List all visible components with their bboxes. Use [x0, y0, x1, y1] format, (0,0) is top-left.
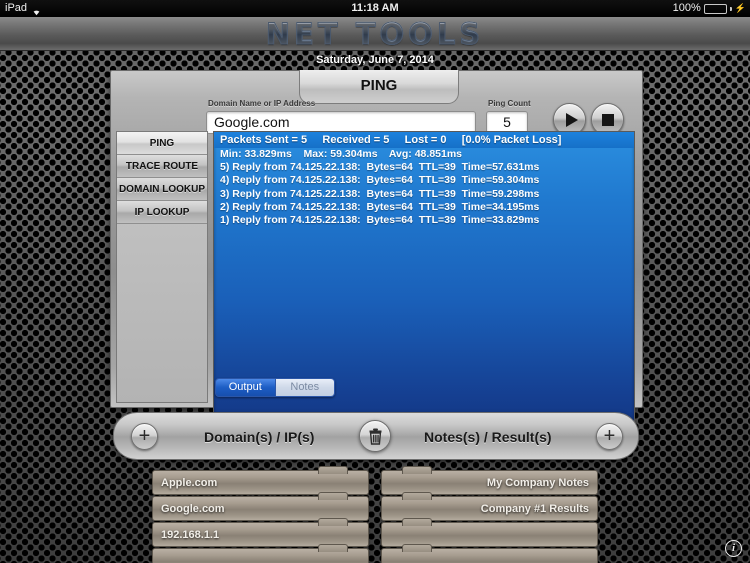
stop-icon [601, 113, 614, 126]
battery-cap-icon [729, 6, 732, 11]
list-item-label: Company #1 Results [480, 502, 589, 515]
info-icon[interactable]: i [725, 540, 742, 557]
output-line: Min: 33.829ms Max: 59.304ms Avg: 48.851m… [220, 148, 463, 160]
domain-field-label: Domain Name or IP Address [208, 99, 316, 108]
app-logo: NET TOOLS [0, 17, 750, 52]
trash-icon [369, 428, 381, 445]
action-bar: + Domain(s) / IP(s) Notes(s) / Result(s)… [113, 412, 639, 460]
output-line: 3) Reply from 74.125.22.138: Bytes=64 TT… [220, 187, 540, 200]
ping-count-label: Ping Count [488, 99, 531, 108]
status-bar-right: 100% ⚡ [673, 0, 746, 17]
sidebar-item-domain-lookup[interactable]: DOMAIN LOOKUP [117, 178, 207, 201]
app-root: iPad 11:18 AM 100% ⚡ NET TOOLS Saturday,… [0, 0, 750, 563]
mode-title-tab[interactable]: PING [299, 70, 459, 104]
output-line: 5) Reply from 74.125.22.138: Bytes=64 TT… [220, 161, 540, 174]
list-item-label: 192.168.1.1 [161, 528, 220, 541]
list-item-label: My Company Notes [486, 476, 589, 489]
list-item-label: Apple.com [161, 476, 218, 489]
output-summary-row: Packets Sent = 5 Received = 5 Lost = 0 [… [214, 132, 634, 148]
tab-output[interactable]: Output [216, 379, 275, 396]
battery-icon [703, 3, 727, 14]
output-line: 1) Reply from 74.125.22.138: Bytes=64 TT… [220, 214, 540, 227]
output-line: 2) Reply from 74.125.22.138: Bytes=64 TT… [220, 200, 540, 213]
tool-panel: PING Domain Name or IP Address Google.co… [110, 70, 643, 443]
notes-list: My Company Notes Company #1 Results [381, 466, 598, 563]
tab-notes[interactable]: Notes [274, 379, 334, 396]
delete-button[interactable] [359, 420, 391, 452]
battery-percent-label: 100% [672, 2, 701, 14]
add-note-button[interactable]: + [596, 423, 623, 450]
charging-bolt-icon: ⚡ [734, 3, 746, 13]
add-domain-button[interactable]: + [131, 423, 158, 450]
sidebar-item-trace-route[interactable]: TRACE ROUTE [117, 155, 207, 178]
status-bar-clock: 11:18 AM [351, 2, 399, 14]
list-item[interactable] [152, 544, 369, 563]
notes-caption: Notes(s) / Result(s) [424, 429, 552, 445]
output-line: 4) Reply from 74.125.22.138: Bytes=64 TT… [220, 174, 540, 187]
sidebar-item-ping[interactable]: PING [117, 132, 207, 155]
list-item-label: Google.com [161, 502, 225, 515]
domain-list: Apple.com Google.com 192.168.1.1 [152, 466, 369, 563]
play-icon [565, 112, 578, 127]
domains-caption: Domain(s) / IP(s) [204, 429, 315, 445]
sidebar-item-ip-lookup[interactable]: IP LOOKUP [117, 201, 207, 224]
list-item[interactable] [381, 544, 598, 563]
saved-lists: Apple.com Google.com 192.168.1.1 My Comp… [152, 466, 598, 563]
ios-status-bar: iPad 11:18 AM 100% ⚡ [0, 0, 750, 17]
date-label: Saturday, June 7, 2014 [316, 54, 434, 66]
app-title-bar: NET TOOLS [0, 17, 750, 52]
tool-sidebar: PING TRACE ROUTE DOMAIN LOOKUP IP LOOKUP [116, 131, 208, 403]
output-notes-segmented-control[interactable]: Output Notes [215, 378, 335, 397]
